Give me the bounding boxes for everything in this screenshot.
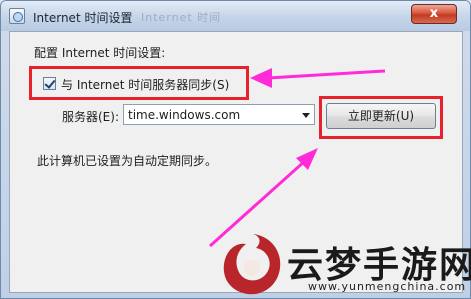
section-label: 配置 Internet 时间设置: [34,46,166,60]
server-combobox[interactable]: time.windows.com [123,104,315,125]
watermark: 云梦手游网 www.yunmengchina.com [212,228,471,299]
sync-checkbox-label[interactable]: 与 Internet 时间服务器同步(S) [61,76,229,93]
chevron-down-icon[interactable] [302,113,310,118]
window-title-ghost: Internet 时间 [141,11,222,24]
window-title: Internet 时间设置 [33,11,133,25]
server-value[interactable]: time.windows.com [128,108,240,122]
title-bar: Internet 时间设置 Internet 时间 x [1,1,470,31]
watermark-url: www.yunmengchina.com [308,280,467,293]
sync-checkbox[interactable] [43,77,56,90]
server-label: 服务器(E): [62,110,119,124]
watermark-logo-icon [223,234,281,295]
status-text: 此计算机已设置为自动定期同步。 [37,154,218,168]
close-button[interactable]: x [411,4,457,24]
update-now-button[interactable]: 立即更新(U) [326,103,436,129]
clock-icon [9,8,25,24]
